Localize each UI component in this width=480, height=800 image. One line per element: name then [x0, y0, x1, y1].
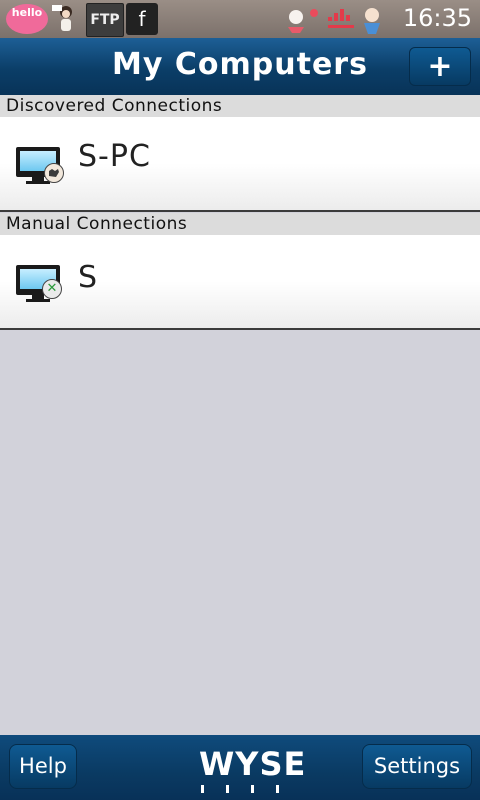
list-item-label: S-PC: [78, 139, 151, 174]
page-title: My Computers: [112, 47, 368, 82]
usb-character-icon: [50, 3, 82, 35]
clock: 16:35: [402, 4, 472, 32]
hello-app-icon: hello: [6, 4, 48, 34]
list-item-s[interactable]: ✕ S: [0, 235, 480, 330]
facebook-icon: f: [126, 3, 158, 35]
notification-icons: [284, 3, 394, 35]
wyse-logo: WYSE: [199, 745, 307, 783]
settings-button[interactable]: Settings: [362, 744, 472, 789]
monitor-remote-hand-icon: [16, 147, 64, 184]
section-header-discovered: Discovered Connections: [0, 95, 480, 117]
help-button[interactable]: Help: [9, 744, 77, 789]
ftp-icon: FTP: [86, 3, 124, 37]
title-bar: My Computers +: [0, 38, 480, 95]
bottom-bar: Help WYSE Settings: [0, 735, 480, 800]
list-item-s-pc[interactable]: S-PC: [0, 117, 480, 212]
list-item-label: S: [78, 260, 99, 295]
add-computer-button[interactable]: +: [409, 47, 471, 86]
wyse-logo-ticks: [201, 785, 281, 793]
status-bar: hello FTP f 16:35: [0, 0, 480, 38]
section-header-manual: Manual Connections: [0, 213, 480, 235]
monitor-remote-x-icon: ✕: [16, 265, 62, 302]
